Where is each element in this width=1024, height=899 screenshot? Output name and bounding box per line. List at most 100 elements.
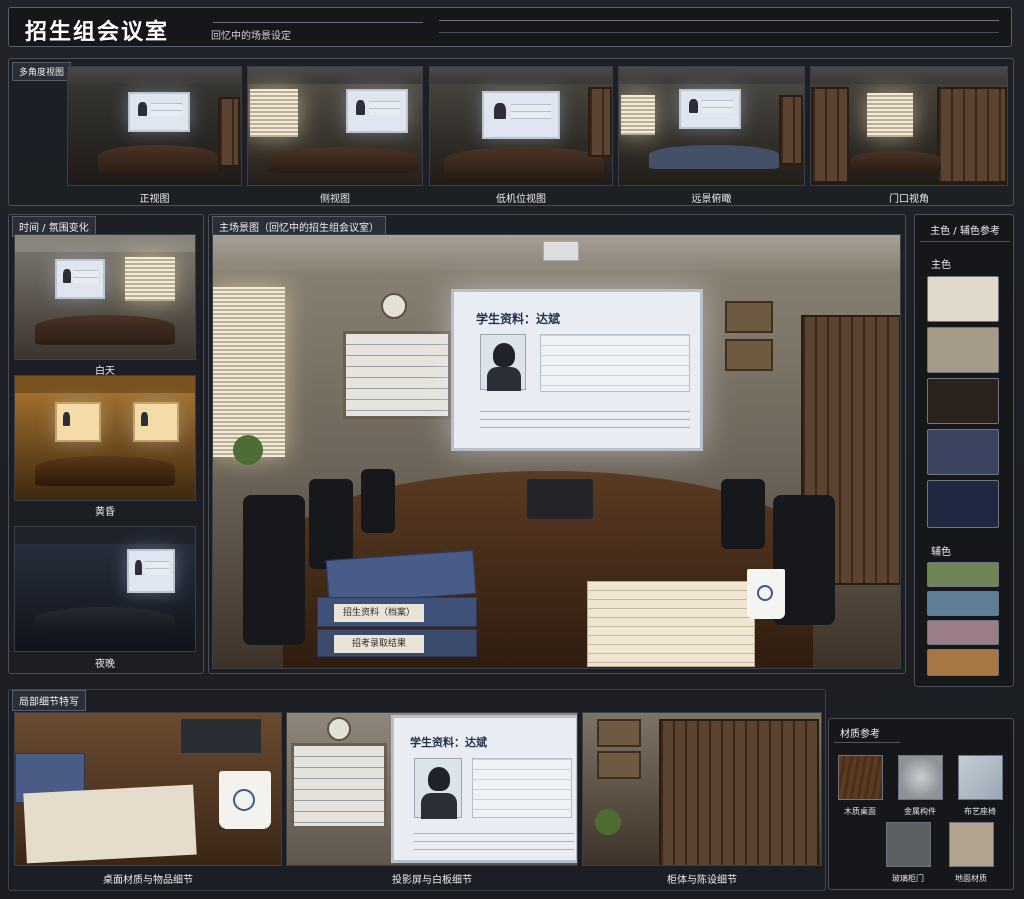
blue-binder: 招考录取结果 (317, 629, 477, 657)
student-info-table (540, 334, 690, 392)
secondary-swatch-1 (927, 562, 999, 587)
view-side-image (247, 66, 423, 186)
views-section-label: 多角度视图 (12, 62, 72, 81)
secondary-swatch-4 (927, 649, 999, 676)
view-doorway-caption: 门口视角 (889, 194, 929, 205)
window-blinds (621, 95, 655, 135)
page-title: 招生组会议室 (25, 20, 170, 45)
whiteboard (291, 743, 387, 829)
bookshelf (588, 87, 612, 157)
header-line (439, 20, 999, 21)
conference-table (851, 151, 941, 171)
material-wood-caption: 木质桌面 (844, 807, 876, 816)
conference-table (35, 607, 175, 637)
wall-certificate (597, 719, 641, 747)
time-night-caption: 夜晚 (95, 659, 115, 670)
bookshelf (937, 87, 1007, 183)
material-metal-swatch (898, 755, 943, 800)
materials-section-label: 材质参考 (834, 723, 900, 743)
time-dusk-caption: 黄昏 (95, 507, 115, 518)
projector-screen (346, 89, 408, 133)
open-notebook (587, 581, 755, 667)
glass-cabinet (659, 719, 819, 865)
material-floor-caption: 地面材质 (955, 874, 987, 883)
material-glass-caption: 玻璃柜门 (892, 874, 924, 883)
primary-colors-label: 主色 (931, 260, 951, 271)
material-glass-swatch (886, 822, 931, 867)
view-overview-caption: 远景俯瞰 (691, 194, 732, 205)
conference-table (268, 147, 418, 173)
conference-table (35, 456, 175, 486)
coffee-mug (747, 569, 785, 619)
view-low-angle-image (429, 66, 613, 186)
binder-label: 招考录取结果 (334, 635, 424, 653)
conference-table (35, 315, 175, 345)
wall-certificate (725, 339, 773, 371)
material-fabric-swatch (958, 755, 1003, 800)
header-bar: 招生组会议室 回忆中的场景设定 (8, 7, 1012, 47)
office-chair (361, 469, 395, 533)
projector-screen (128, 92, 190, 132)
view-overview-image (618, 66, 805, 186)
student-portrait (414, 758, 462, 819)
table-projector (527, 479, 593, 519)
detail-cabinet-caption: 柜体与陈设细节 (667, 875, 737, 886)
material-floor-swatch (949, 822, 994, 867)
material-wood-swatch (838, 755, 883, 800)
office-chair (721, 479, 765, 549)
primary-swatch-5 (927, 480, 999, 528)
wall-clock (381, 293, 407, 319)
wall-certificate (597, 751, 641, 779)
view-front-image (67, 66, 242, 186)
secondary-colors-label: 辅色 (931, 547, 951, 558)
secondary-swatch-2 (927, 591, 999, 616)
projector-screen (55, 259, 105, 299)
concept-board: 招生组会议室 回忆中的场景设定 多角度视图 正视图 侧视图 低机位视图 远景俯瞰… (0, 0, 1024, 899)
detail-screen-image: 学生资料：达斌 (286, 712, 578, 866)
office-chair (243, 495, 305, 645)
secondary-swatch-3 (927, 620, 999, 645)
detail-desk-image (14, 712, 282, 866)
header-line (213, 22, 423, 23)
conference-table (98, 145, 218, 173)
window-blinds (250, 89, 298, 137)
paper-stack (23, 784, 197, 864)
view-low-angle-caption: 低机位视图 (496, 194, 546, 205)
office-chair (309, 479, 353, 569)
student-notes (414, 826, 574, 856)
conference-table (649, 145, 779, 169)
projector-screen (133, 402, 179, 442)
wall-clock (327, 717, 351, 741)
time-dusk-image (14, 375, 196, 501)
wall-certificate (725, 301, 773, 333)
view-side-caption: 侧视图 (320, 194, 350, 205)
ceiling-projector (543, 241, 579, 261)
coffee-mug (219, 771, 271, 829)
time-day-image (14, 234, 196, 360)
primary-swatch-2 (927, 327, 999, 373)
details-section-label: 局部细节特写 (12, 690, 86, 711)
time-night-image (14, 526, 196, 652)
potted-plant (233, 435, 263, 465)
bookshelf (811, 87, 849, 183)
table-projector (181, 719, 261, 753)
primary-swatch-3 (927, 378, 999, 424)
primary-swatch-4 (927, 429, 999, 475)
screen-title: 学生资料：达斌 (476, 312, 561, 326)
binder-label: 招生资料（档案） (334, 604, 424, 622)
conference-table (444, 147, 604, 179)
detail-screen-caption: 投影屏与白板细节 (392, 875, 472, 886)
header-line (439, 32, 999, 33)
projector-screen (679, 89, 741, 129)
potted-plant (595, 809, 621, 835)
student-info-table (472, 758, 572, 818)
student-portrait (480, 334, 526, 391)
window-blinds (125, 257, 175, 301)
detail-cabinet-image (582, 712, 822, 866)
primary-swatch-1 (927, 276, 999, 322)
view-front-caption: 正视图 (139, 194, 170, 205)
bookshelf (779, 95, 803, 165)
main-projector-screen: 学生资料：达斌 (451, 289, 703, 451)
projector-screen (482, 91, 560, 139)
window-blinds (867, 93, 913, 137)
